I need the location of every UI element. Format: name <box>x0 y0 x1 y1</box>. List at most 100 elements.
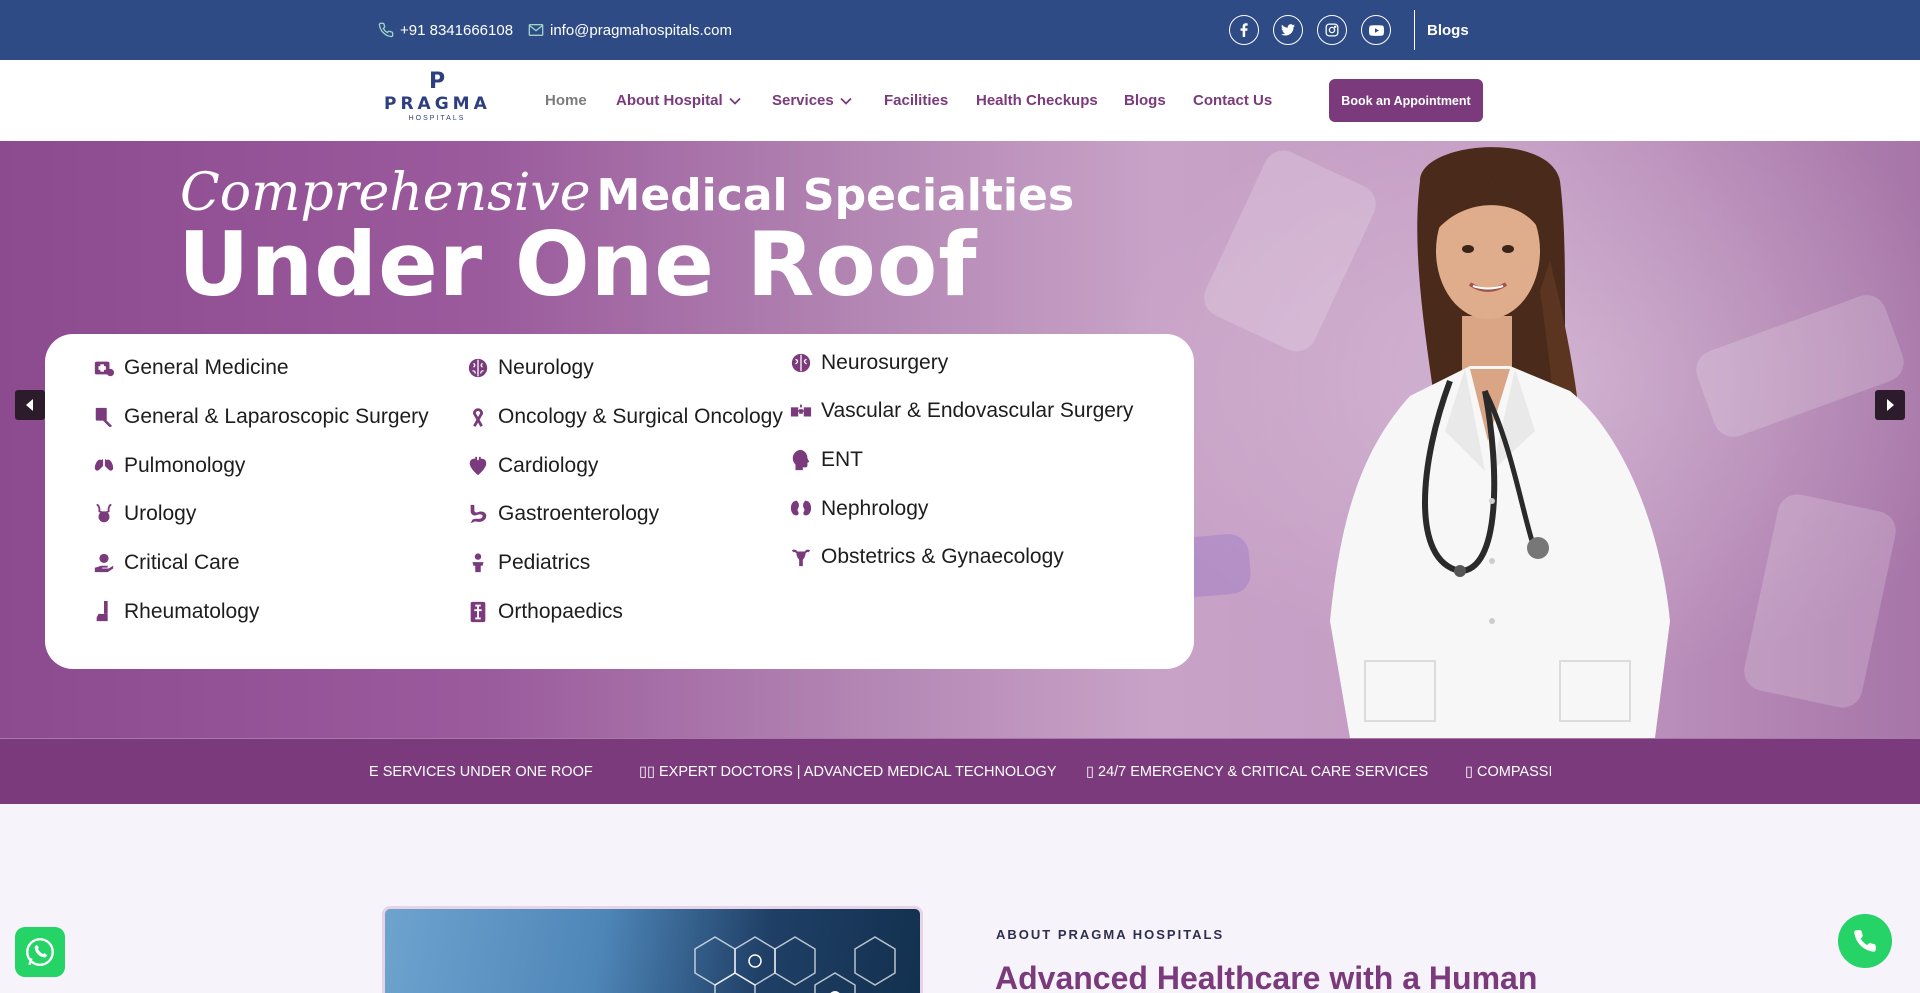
doctor-image <box>1330 147 1670 738</box>
specialty-item[interactable]: General & Laparoscopic Surgery <box>92 405 429 429</box>
instagram-icon[interactable] <box>1317 15 1347 45</box>
brain-surgery-icon <box>789 351 813 375</box>
book-appointment-button[interactable]: Book an Appointment <box>1329 79 1483 122</box>
stomach-icon <box>466 502 490 526</box>
specialty-item[interactable]: Obstetrics & Gynaecology <box>789 545 1064 569</box>
vascular-icon <box>789 399 813 423</box>
specialty-label: Oncology & Surgical Oncology <box>498 405 783 428</box>
specialty-label: Neurosurgery <box>821 351 949 374</box>
nav-services[interactable]: Services <box>772 60 852 141</box>
specialty-label: Pediatrics <box>498 551 591 574</box>
chevron-down-icon <box>729 97 741 105</box>
care-hand-icon <box>92 551 116 575</box>
twitter-icon[interactable] <box>1273 15 1303 45</box>
about-title: Advanced Healthcare with a Human <box>995 960 1538 993</box>
nav-facilities-label: Facilities <box>884 92 949 109</box>
specialty-label: Neurology <box>498 356 594 379</box>
topbar-blogs-link[interactable]: Blogs <box>1427 0 1469 60</box>
specialty-item[interactable]: ENT <box>789 448 863 472</box>
specialty-item[interactable]: Pulmonology <box>92 454 245 478</box>
about-image <box>382 906 923 993</box>
nav-services-label: Services <box>772 92 834 109</box>
specialty-item[interactable]: Critical Care <box>92 551 240 575</box>
specialty-item[interactable]: General Medicine <box>92 356 289 380</box>
specialty-item[interactable]: Neurology <box>466 356 594 380</box>
phone-contact[interactable]: +91 8341666108 <box>378 0 513 60</box>
specialty-label: ENT <box>821 448 863 471</box>
specialty-item[interactable]: Orthopaedics <box>466 600 623 624</box>
mail-icon <box>528 24 544 36</box>
nav-blogs[interactable]: Blogs <box>1124 60 1166 141</box>
carousel-next-button[interactable] <box>1875 390 1905 420</box>
head-icon <box>789 448 813 472</box>
medicine-icon <box>92 356 116 380</box>
nav-contact-label: Contact Us <box>1193 92 1273 109</box>
logo-name: PRAGMA <box>384 94 491 114</box>
specialty-item[interactable]: Rheumatology <box>92 600 259 624</box>
email-address: info@pragmahospitals.com <box>550 21 732 39</box>
facebook-icon[interactable] <box>1229 15 1259 45</box>
specialty-item[interactable]: Urology <box>92 502 196 526</box>
nav-home-label: Home <box>545 92 587 109</box>
chevron-down-icon <box>840 97 852 105</box>
specialty-item[interactable]: Cardiology <box>466 454 598 478</box>
nav-health-checkups[interactable]: Health Checkups <box>976 60 1098 141</box>
about-eyebrow: ABOUT PRAGMA HOSPITALS <box>996 927 1225 942</box>
ticker-item: ▯▯ EXPERT DOCTORS | ADVANCED MEDICAL TEC… <box>639 764 1057 780</box>
caret-right-icon <box>1887 399 1894 411</box>
main-navigation: P PRAGMA HOSPITALS Home About Hospital S… <box>0 60 1920 141</box>
nav-facilities[interactable]: Facilities <box>884 60 948 141</box>
joint-icon <box>92 600 116 624</box>
specialty-label: General Medicine <box>124 356 289 379</box>
nav-contact-us[interactable]: Contact Us <box>1193 60 1272 141</box>
ticker-item: ▯ COMPASSIC <box>1465 764 1551 780</box>
nav-home[interactable]: Home <box>545 60 587 141</box>
specialty-item[interactable]: Neurosurgery <box>789 351 948 375</box>
specialty-label: Urology <box>124 502 197 525</box>
specialty-label: Pulmonology <box>124 454 246 477</box>
nav-blogs-label: Blogs <box>1124 92 1166 109</box>
lungs-icon <box>92 454 116 478</box>
bone-icon <box>466 600 490 624</box>
whatsapp-icon <box>26 938 54 966</box>
specialty-item[interactable]: Gastroenterology <box>466 502 659 526</box>
specialty-label: General & Laparoscopic Surgery <box>124 405 429 428</box>
brain-icon <box>466 356 490 380</box>
topbar-divider <box>1414 10 1415 50</box>
surgery-icon <box>92 405 116 429</box>
kidneys-icon <box>789 497 813 521</box>
nav-about-label: About Hospital <box>616 92 723 109</box>
specialty-label: Obstetrics & Gynaecology <box>821 545 1064 568</box>
ticker-viewport: E SERVICES UNDER ONE ROOF ▯▯ EXPERT DOCT… <box>369 739 1551 804</box>
nav-health-checkups-label: Health Checkups <box>976 92 1098 109</box>
logo-mark: P <box>428 69 446 94</box>
email-contact[interactable]: info@pragmahospitals.com <box>528 0 732 60</box>
specialty-label: Cardiology <box>498 454 599 477</box>
pragma-logo[interactable]: P PRAGMA HOSPITALS <box>384 70 490 130</box>
specialty-label: Rheumatology <box>124 600 260 623</box>
uterus-icon <box>789 545 813 569</box>
nav-about-hospital[interactable]: About Hospital <box>616 60 741 141</box>
call-button[interactable] <box>1838 914 1892 968</box>
specialty-label: Gastroenterology <box>498 502 660 525</box>
phone-icon <box>1854 930 1876 952</box>
specialty-item[interactable]: Vascular & Endovascular Surgery <box>789 399 1133 423</box>
specialty-item[interactable]: Pediatrics <box>466 551 590 575</box>
carousel-prev-button[interactable] <box>15 390 45 420</box>
ticker-item: ▯ 24/7 EMERGENCY & CRITICAL CARE SERVICE… <box>1086 764 1429 780</box>
announcement-ticker: E SERVICES UNDER ONE ROOF ▯▯ EXPERT DOCT… <box>0 738 1920 804</box>
youtube-icon[interactable] <box>1361 15 1391 45</box>
kidney-bladder-icon <box>92 502 116 526</box>
caret-left-icon <box>26 399 33 411</box>
ribbon-icon <box>466 405 490 429</box>
hero-banner: Comprehensive Medical Specialties Under O… <box>0 141 1920 738</box>
phone-number: +91 8341666108 <box>400 21 514 39</box>
child-icon <box>466 551 490 575</box>
top-bar: +91 8341666108 info@pragmahospitals.com … <box>0 0 1920 60</box>
ticker-item: E SERVICES UNDER ONE ROOF <box>369 764 593 780</box>
hero-heading-line2: Under One Roof <box>178 213 978 316</box>
specialty-item[interactable]: Oncology & Surgical Oncology <box>466 405 783 429</box>
specialty-item[interactable]: Nephrology <box>789 497 928 521</box>
whatsapp-button[interactable] <box>15 927 65 977</box>
logo-subtitle: HOSPITALS <box>408 115 466 122</box>
